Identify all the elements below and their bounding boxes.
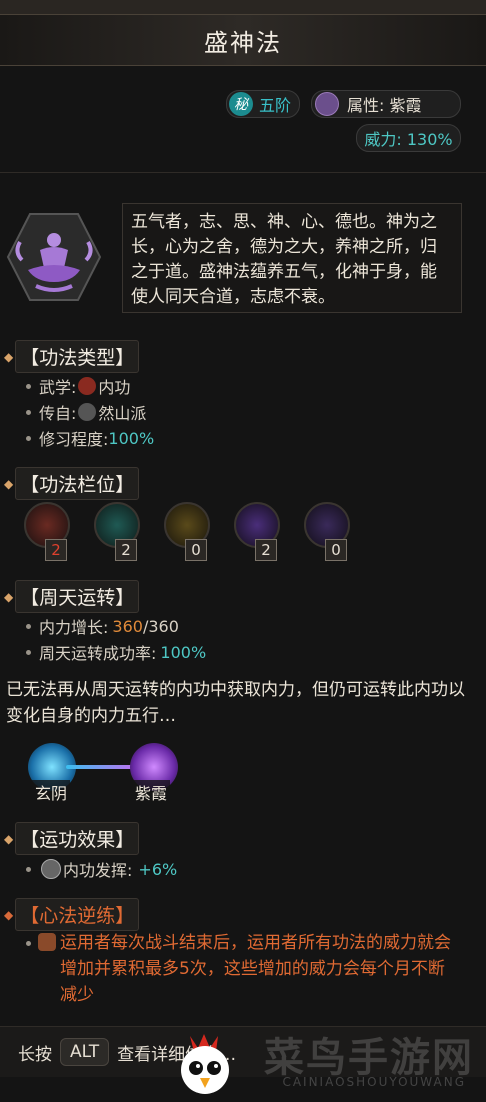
reverse-practice-icon <box>38 933 56 951</box>
heart-description: 运用者每次战斗结束后，运用者所有功法的威力就会增加并累积最多5次，这些增加的威力… <box>60 933 451 1005</box>
level-text: 五阶 <box>259 96 292 115</box>
power-text: 威力: 130% <box>364 130 453 149</box>
growth-row: 内力增长: 360 /360 <box>26 614 179 638</box>
section-cycle-header: ◆ 【周天运转】 <box>4 580 140 613</box>
from-element-label: 玄阴 <box>32 780 71 804</box>
watermark-sub: CAINIAOSHOUYOUWANG <box>282 1075 466 1089</box>
secret-mark-icon: 秘 <box>229 92 253 116</box>
purple-haze-icon <box>315 92 339 116</box>
attribute-badge: 属性: 紫霞 <box>311 90 461 118</box>
alt-key-badge: ALT <box>60 1038 110 1066</box>
cycle-note: 已无法再从周天运转的内功中获取内力，但仍可运转此内功以变化自身的内力五行… <box>6 680 465 726</box>
section-effect-header: ◆ 【运功效果】 <box>4 822 140 855</box>
to-element-label: 紫霞 <box>132 780 171 804</box>
mascot-logo-icon <box>170 1028 240 1098</box>
slot-earth[interactable]: 0 <box>164 502 214 561</box>
section-type-header: ◆ 【功法类型】 <box>4 340 140 373</box>
sect-icon <box>78 403 97 421</box>
section-heart-header: ◆ 【心法逆练】 <box>4 898 140 931</box>
slot-fire[interactable]: 2 <box>24 502 74 561</box>
martial-row: 武学: 内功 <box>26 374 130 398</box>
bullet-icon <box>26 435 31 441</box>
title-bar: 盛神法 <box>0 14 486 66</box>
diamond-icon: ◆ <box>4 349 14 364</box>
slot-dark[interactable]: 0 <box>304 502 354 561</box>
diamond-icon: ◆ <box>4 589 14 604</box>
bullet-icon <box>26 649 31 655</box>
attribute-text: 属性: 紫霞 <box>347 96 422 115</box>
swirl-icon <box>41 859 61 879</box>
diamond-icon: ◆ <box>4 907 14 922</box>
skill-description: 五气者，志、思、神、心、德也。神为之长，心为之舍，德为之大，养神之所，归之于道。… <box>122 203 462 313</box>
rate-row: 周天运转成功率: 100% <box>26 640 206 664</box>
effect-row: 内功发挥: +6% <box>26 857 177 881</box>
skill-title: 盛神法 <box>204 28 282 57</box>
slot-wood[interactable]: 2 <box>94 502 144 561</box>
mastery-row: 修习程度: 100% <box>26 426 154 450</box>
bullet-icon <box>26 623 31 629</box>
diamond-icon: ◆ <box>4 476 14 491</box>
meditation-skill-icon <box>6 212 102 302</box>
bullet-icon <box>26 941 31 946</box>
origin-row: 传自: 然山派 <box>26 400 146 424</box>
bullet-icon <box>26 383 31 389</box>
bullet-icon <box>26 866 31 872</box>
bullet-icon <box>26 409 31 415</box>
section-slots-header: ◆ 【功法栏位】 <box>4 467 140 500</box>
power-badge: 威力: 130% <box>356 124 461 152</box>
inner-skill-icon <box>78 377 97 395</box>
diamond-icon: ◆ <box>4 831 14 846</box>
top-edge <box>0 0 486 14</box>
slot-purple[interactable]: 2 <box>234 502 284 561</box>
divider <box>0 172 486 173</box>
transform-beam <box>66 765 136 769</box>
secret-level-badge: 秘 五阶 <box>226 90 300 118</box>
